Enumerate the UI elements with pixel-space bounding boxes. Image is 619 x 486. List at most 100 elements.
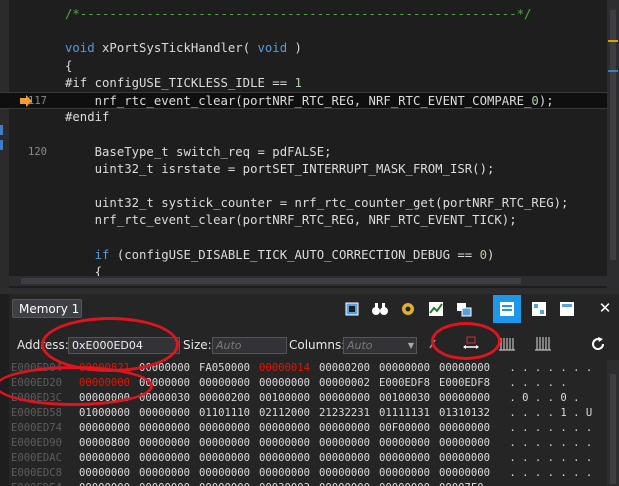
memory-cell[interactable]: 00000000 bbox=[439, 451, 490, 466]
memory-cell[interactable]: 00000200 bbox=[319, 361, 370, 376]
layout-icon[interactable] bbox=[557, 299, 577, 319]
memory-cell[interactable]: 00000000 bbox=[139, 421, 190, 436]
memory-cell[interactable]: 00000000 bbox=[139, 451, 190, 466]
memory-cell[interactable]: 00000000 bbox=[199, 376, 250, 391]
memory-cell[interactable]: E000EDF8 bbox=[439, 376, 490, 391]
memory-cell[interactable]: 00000000 bbox=[319, 391, 370, 406]
annotation-circle-address bbox=[41, 317, 179, 372]
memory-cell[interactable]: 00000000 bbox=[259, 466, 310, 481]
memory-cell[interactable]: 00000000 bbox=[199, 451, 250, 466]
memory-cell[interactable]: 00000000 bbox=[199, 421, 250, 436]
code-line[interactable]: #if configUSE_TICKLESS_IDLE == 1 bbox=[0, 75, 608, 92]
code-line[interactable]: #endif bbox=[0, 109, 608, 126]
grid-view-icon[interactable] bbox=[529, 299, 549, 319]
memory-vertical-scrollbar[interactable] bbox=[607, 360, 619, 486]
memory-cell[interactable]: 00000000 bbox=[139, 436, 190, 451]
code-line[interactable]: nrf_rtc_event_clear(portNRF_RTC_REG, NRF… bbox=[0, 212, 608, 229]
code-line[interactable]: uint32_t systick_counter = nrf_rtc_count… bbox=[0, 195, 608, 212]
grid-dots-icon[interactable] bbox=[534, 336, 552, 352]
settings-gear-icon[interactable] bbox=[398, 299, 418, 319]
memory-row[interactable]: E000EDE4 00000000 00000000 00000000 00030003… bbox=[9, 481, 609, 486]
memory-cell[interactable]: E000EDF8 bbox=[379, 376, 430, 391]
memory-cell-changed[interactable]: 00000014 bbox=[259, 361, 310, 376]
memory-cell[interactable]: 00000000 bbox=[259, 376, 310, 391]
code-line[interactable] bbox=[0, 23, 608, 40]
memory-cell[interactable]: 00000000 bbox=[379, 481, 430, 486]
memory-row[interactable]: E000ED90 00000800 00000000 00000000 00000000… bbox=[9, 436, 609, 451]
memory-cell[interactable]: 00000000 bbox=[139, 406, 190, 421]
chart-icon[interactable] bbox=[426, 299, 446, 319]
memory-cell[interactable]: 00000000 bbox=[379, 361, 430, 376]
memory-cell[interactable]: 00000000 bbox=[439, 421, 490, 436]
memory-cell[interactable]: 00000000 bbox=[319, 436, 370, 451]
memory-view-icon[interactable] bbox=[342, 299, 362, 319]
memory-cell[interactable]: 00000000 bbox=[259, 451, 310, 466]
memory-cell[interactable]: 00000000 bbox=[319, 466, 370, 481]
memory-cell[interactable]: 00000000 bbox=[139, 481, 190, 486]
memory-cell[interactable]: 00000000 bbox=[319, 481, 370, 486]
scrollbar-thumb[interactable] bbox=[610, 10, 616, 260]
memory-cell[interactable]: 00000200 bbox=[199, 391, 250, 406]
scrollbar-thumb[interactable] bbox=[21, 278, 521, 284]
memory-cell[interactable]: 00000000 bbox=[439, 466, 490, 481]
memory-cell[interactable]: 00000800 bbox=[79, 436, 130, 451]
memory-cell[interactable]: 00100000 bbox=[259, 391, 310, 406]
memory-cell[interactable]: 00000000 bbox=[199, 481, 250, 486]
refresh-icon[interactable] bbox=[589, 336, 607, 352]
memory-cell[interactable]: 00000000 bbox=[79, 421, 130, 436]
code-line[interactable] bbox=[0, 178, 608, 195]
memory-cell[interactable]: 01000000 bbox=[79, 406, 130, 421]
scrollbar-thumb[interactable] bbox=[610, 374, 616, 484]
close-panel-button[interactable]: ✕ bbox=[597, 299, 613, 317]
memory-cell[interactable]: FA050000 bbox=[199, 361, 250, 376]
memory-cell[interactable]: 00000000 bbox=[439, 436, 490, 451]
memory-row[interactable]: E000EDC8 00000000 00000000 00000000 00000000… bbox=[9, 466, 609, 481]
memory-cell[interactable]: 00000000 bbox=[379, 466, 430, 481]
editor-vertical-scrollbar[interactable] bbox=[607, 0, 619, 288]
memory-cell[interactable]: 00030003 bbox=[259, 481, 310, 486]
memory-row[interactable]: E000ED58 01000000 00000000 01101110 02112000… bbox=[9, 406, 609, 421]
memory-cell[interactable]: 00000000 bbox=[379, 436, 430, 451]
memory-cell[interactable]: 02112000 bbox=[259, 406, 310, 421]
code-line[interactable]: /*--------------------------------------… bbox=[0, 6, 608, 23]
binoculars-icon[interactable] bbox=[370, 299, 390, 319]
memory-cell[interactable]: 00000000 bbox=[199, 436, 250, 451]
code-line[interactable]: void xPortSysTickHandler( void ) bbox=[0, 40, 608, 57]
memory-cell[interactable]: 00000000 bbox=[259, 421, 310, 436]
memory-cell[interactable]: 00000000 bbox=[319, 451, 370, 466]
memory-cell[interactable]: 00000000 bbox=[79, 451, 130, 466]
code-line[interactable] bbox=[0, 126, 608, 143]
code-line[interactable]: { bbox=[0, 58, 608, 75]
code-line[interactable]: 120 BaseType_t switch_req = pdFALSE; bbox=[0, 144, 608, 161]
tab-memory-1[interactable]: Memory 1 bbox=[12, 299, 82, 318]
memory-cell[interactable]: 00100030 bbox=[379, 391, 430, 406]
columns-input[interactable]: Auto ▼ bbox=[343, 337, 417, 354]
memory-cell[interactable]: 01310132 bbox=[439, 406, 490, 421]
memory-cell[interactable]: 00000000 bbox=[439, 391, 490, 406]
memory-cell[interactable]: 21232231 bbox=[319, 406, 370, 421]
memory-cell[interactable]: 00000000 bbox=[79, 466, 130, 481]
memory-row[interactable]: E000EDAC 00000000 00000000 00000000 00000000… bbox=[9, 451, 609, 466]
editor-horizontal-scrollbar[interactable] bbox=[9, 276, 607, 286]
code-line[interactable]: uint32_t isrstate = portSET_INTERRUPT_MA… bbox=[0, 161, 608, 178]
code-line[interactable] bbox=[0, 230, 608, 247]
code-editor[interactable]: /*--------------------------------------… bbox=[0, 0, 619, 288]
memory-cell[interactable]: 01101110 bbox=[199, 406, 250, 421]
memory-row[interactable]: E000ED74 00000000 00000000 00000000 00000000… bbox=[9, 421, 609, 436]
memory-cell[interactable]: 00000000 bbox=[379, 451, 430, 466]
memory-window-icon[interactable] bbox=[493, 295, 521, 323]
memory-cell[interactable]: 00000000 bbox=[439, 361, 490, 376]
code-line-current[interactable]: 117 nrf_rtc_event_clear(portNRF_RTC_REG,… bbox=[0, 92, 608, 109]
memory-cell[interactable]: 00000000 bbox=[319, 421, 370, 436]
memory-cell[interactable]: 00000000 bbox=[199, 466, 250, 481]
split-view-icon[interactable] bbox=[454, 299, 474, 319]
size-input[interactable]: Auto bbox=[212, 337, 287, 354]
code-line[interactable]: if (configUSE_DISABLE_TICK_AUTO_CORRECTI… bbox=[0, 247, 608, 264]
memory-cell[interactable]: 00000000 bbox=[259, 436, 310, 451]
memory-cell[interactable]: 00007F0 bbox=[439, 481, 484, 486]
memory-cell[interactable]: 00000000 bbox=[139, 466, 190, 481]
memory-cell[interactable]: 00F00000 bbox=[379, 421, 430, 436]
memory-cell[interactable]: 00000002 bbox=[319, 376, 370, 391]
memory-cell[interactable]: 00000000 bbox=[79, 481, 130, 486]
memory-cell[interactable]: 01111131 bbox=[379, 406, 430, 421]
